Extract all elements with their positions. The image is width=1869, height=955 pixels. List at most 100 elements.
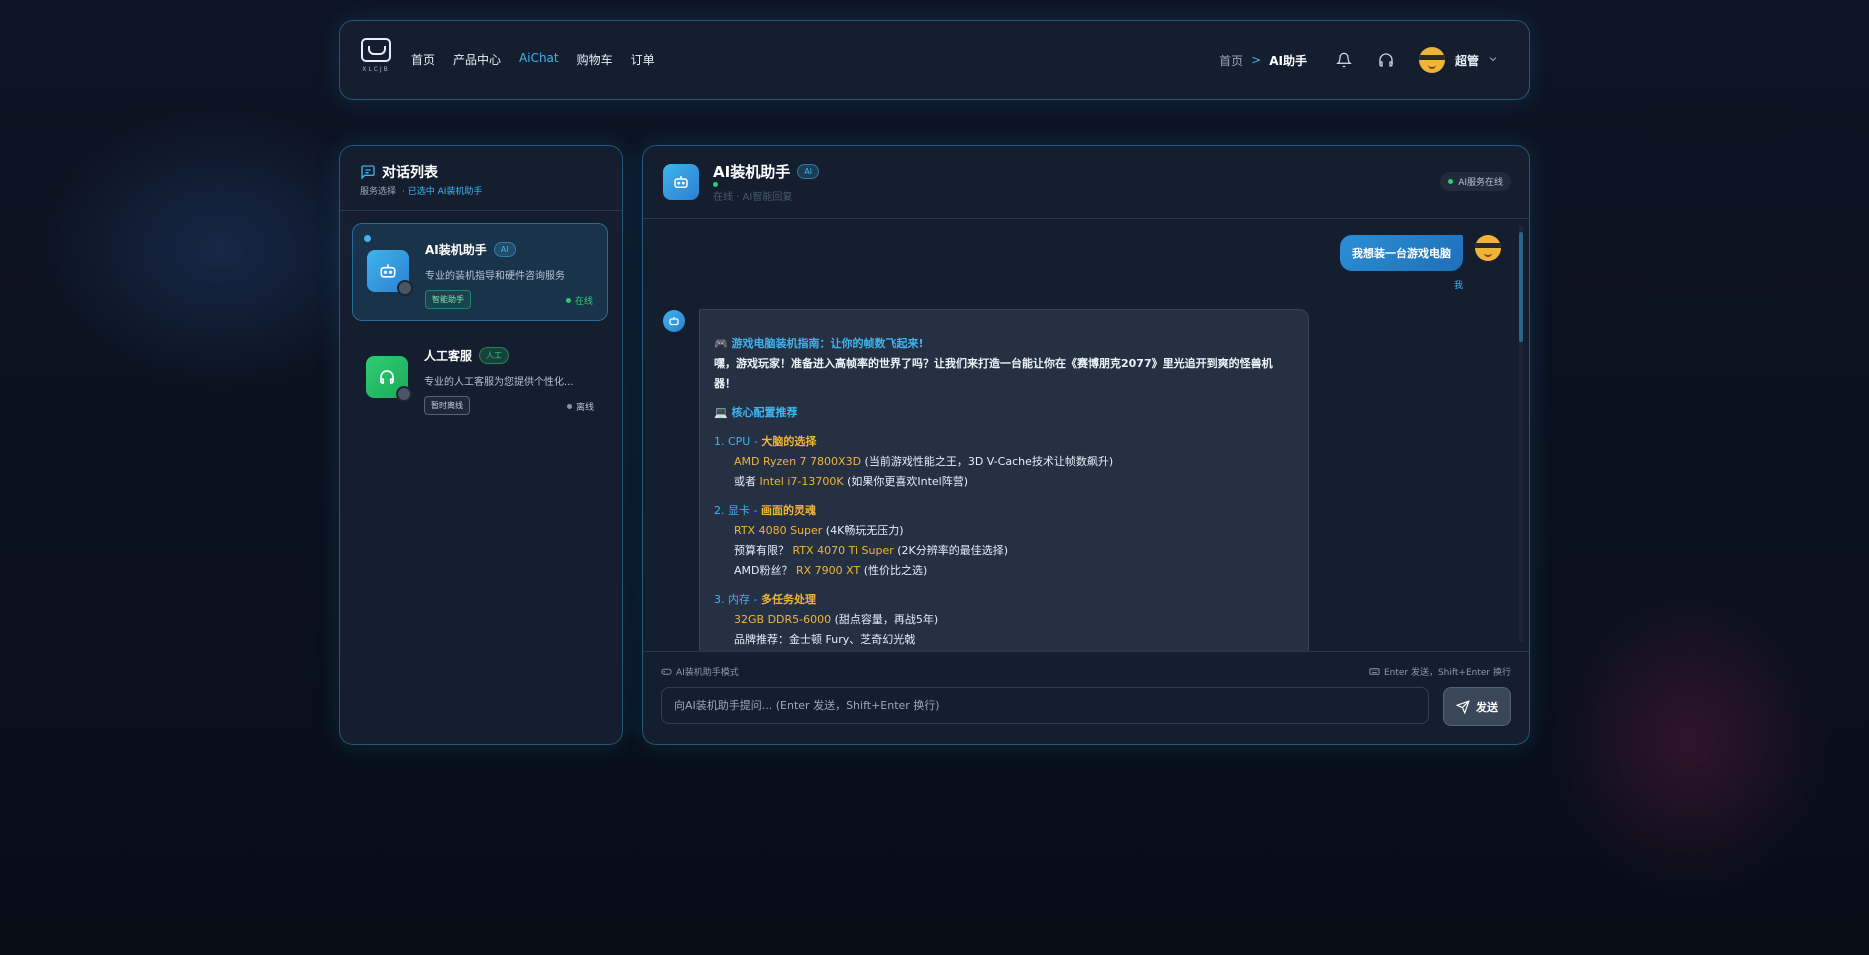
chat-list-icon — [361, 165, 375, 180]
sidebar-title: 对话列表 — [360, 162, 438, 182]
chat-header: AI装机助手 AI 在线 · AI智能回复 AI服务在线 — [643, 146, 1529, 219]
conversation-item-human[interactable]: 人工客服 人工 专业的人工客服为您提供个性化... 暂时离线 离线 — [352, 330, 608, 428]
keyboard-hint-text: Enter 发送，Shift+Enter 换行 — [1383, 668, 1511, 678]
user-name[interactable]: 超管 — [1455, 52, 1479, 69]
line-highlight: Intel i7-13700K — [759, 475, 844, 488]
conversation-name: 人工客服 人工 — [424, 347, 510, 364]
nav-products[interactable]: 产品中心 — [453, 51, 501, 68]
user-avatar[interactable] — [1418, 47, 1445, 73]
config-line: RTX 4080 Super (4K畅玩无压力) — [714, 521, 1294, 541]
keyboard-hint: Enter 发送，Shift+Enter 换行 — [1369, 665, 1511, 678]
breadcrumb-home[interactable]: 首页 — [1219, 52, 1243, 69]
bot-message-avatar — [663, 310, 685, 332]
message-scrollbar[interactable] — [1519, 226, 1523, 642]
conversation-name-text: AI装机助手 — [425, 243, 487, 257]
logo-icon — [361, 38, 391, 62]
line-suffix: (如果你更喜欢Intel阵营) — [843, 475, 969, 488]
line-highlight: RX 7900 XT — [795, 564, 861, 577]
nav-aichat[interactable]: AiChat — [519, 51, 559, 68]
conversation-tag: 智能助手 — [425, 290, 471, 309]
nav-cart[interactable]: 购物车 — [577, 51, 613, 68]
message-list[interactable]: 我想装一台游戏电脑 我 🎮 游戏电脑装机指南：让你的帧数飞起来! 嘿，游戏玩家！… — [643, 219, 1529, 651]
mode-label: AI装机助手模式 — [661, 665, 739, 678]
section-number: 3. 内存 - — [714, 593, 761, 606]
bot-heading: 🎮 游戏电脑装机指南：让你的帧数飞起来! — [714, 337, 924, 350]
section-title: 画面的灵魂 — [760, 504, 816, 517]
send-button[interactable]: 发送 — [1443, 687, 1511, 726]
section-title: 多任务处理 — [760, 593, 816, 606]
status-text: 离线 — [575, 403, 594, 413]
send-button-label: 发送 — [1476, 700, 1498, 714]
logo[interactable]: XLCJB — [358, 38, 394, 80]
line-suffix: (甜点容量，再战5年) — [831, 613, 939, 626]
scrollbar-thumb[interactable] — [1519, 232, 1523, 342]
section-number: 1. CPU - — [714, 435, 762, 448]
online-status-text: AI服务在线 — [1458, 178, 1503, 188]
section-title: 大脑的选择 — [761, 435, 817, 448]
conversation-name: AI装机助手 AI — [425, 241, 516, 258]
chat-title-text: AI装机助手 — [713, 163, 791, 181]
sidebar-subtitle: 服务选择 · 已选中 AI装机助手 — [360, 184, 482, 197]
status-badge: 离线 — [566, 400, 594, 413]
bell-icon[interactable] — [1333, 49, 1355, 71]
line-suffix: (性价比之选) — [860, 564, 928, 577]
breadcrumb-current: AI助手 — [1269, 53, 1307, 68]
nav-orders[interactable]: 订单 — [631, 51, 655, 68]
config-line: AMD粉丝？ RX 7900 XT (性价比之选) — [714, 561, 1294, 581]
config-line: AMD Ryzen 7 7800X3D (当前游戏性能之王，3D V-Cache… — [714, 452, 1294, 472]
config-section: 2. 显卡 - 画面的灵魂 — [714, 501, 1294, 521]
conversation-tag: 暂时离线 — [424, 396, 470, 415]
header-right: 首页 > AI助手 超管 — [1219, 43, 1499, 77]
chat-input[interactable] — [661, 687, 1429, 724]
offline-dot — [566, 404, 572, 409]
line-highlight: RTX 4080 Super — [734, 524, 823, 537]
ai-badge: AI — [797, 164, 820, 179]
chevron-down-icon[interactable] — [1487, 53, 1499, 68]
config-section: 3. 内存 - 多任务处理 — [714, 590, 1294, 610]
line-highlight: AMD Ryzen 7 7800X3D — [734, 455, 862, 468]
avatar-status-dot — [397, 280, 413, 296]
line-prefix: AMD粉丝？ — [734, 564, 796, 577]
mode-label-text: AI装机助手模式 — [676, 668, 739, 678]
conversation-name-text: 人工客服 — [424, 349, 473, 363]
active-indicator — [364, 235, 371, 242]
conversation-sidebar: 对话列表 服务选择 · 已选中 AI装机助手 AI装机助手 AI 专业的装机指导和… — [339, 145, 623, 745]
line-suffix: (当前游戏性能之王，3D V-Cache技术让帧数飙升) — [861, 455, 1114, 468]
main-nav: 首页 产品中心 AiChat 购物车 订单 — [411, 51, 655, 68]
online-dot — [1448, 179, 1454, 184]
ai-badge: AI — [493, 242, 516, 257]
headset-icon — [380, 370, 394, 384]
online-status-pill: AI服务在线 — [1440, 172, 1511, 191]
bot-section-heading: 💻 核心配置推荐 — [714, 406, 798, 419]
headset-icon[interactable] — [1375, 49, 1397, 71]
send-icon — [1456, 699, 1470, 714]
user-message-label: 我 — [1453, 281, 1463, 291]
divider — [340, 210, 622, 211]
robot-icon — [674, 176, 688, 188]
robot-icon — [380, 264, 396, 278]
human-badge: 人工 — [479, 347, 510, 364]
keyboard-icon — [1369, 668, 1380, 675]
line-prefix: 品牌推荐：金士顿 Fury、芝奇幻光戟 — [734, 633, 916, 646]
config-line: 预算有限？ RTX 4070 Ti Super (2K分辨率的最佳选择) — [714, 541, 1294, 561]
status-badge: 在线 — [565, 294, 593, 307]
online-dot — [713, 182, 718, 187]
logo-text: XLCJB — [362, 66, 390, 73]
ai-avatar — [367, 250, 413, 296]
robot-icon — [669, 317, 679, 326]
avatar — [1475, 235, 1501, 261]
nav-home[interactable]: 首页 — [411, 51, 435, 68]
conversation-desc: 专业的装机指导和硬件咨询服务 — [425, 271, 565, 282]
top-header: XLCJB 首页 产品中心 AiChat 购物车 订单 首页 > AI助手 超管 — [339, 20, 1530, 100]
selected-service-label: · 已选中 AI装机助手 — [402, 187, 483, 197]
conversation-item-ai[interactable]: AI装机助手 AI 专业的装机指导和硬件咨询服务 智能助手 在线 — [352, 223, 608, 321]
chat-panel: AI装机助手 AI 在线 · AI智能回复 AI服务在线 我想装一台游戏电脑 我… — [642, 145, 1530, 745]
line-highlight: RTX 4070 Ti Super — [792, 544, 894, 557]
line-prefix: 或者 — [734, 475, 760, 488]
config-line: 32GB DDR5-6000 (甜点容量，再战5年) — [714, 610, 1294, 630]
chat-subtitle: 在线 · AI智能回复 — [713, 192, 793, 203]
service-select-label: 服务选择 — [360, 187, 397, 197]
bot-intro: 嘿，游戏玩家！准备进入高帧率的世界了吗？让我们来打造一台能让你在《赛博朋克207… — [714, 357, 1273, 390]
config-line: 或者 Intel i7-13700K (如果你更喜欢Intel阵营) — [714, 472, 1294, 492]
line-prefix: 预算有限？ — [734, 544, 793, 557]
